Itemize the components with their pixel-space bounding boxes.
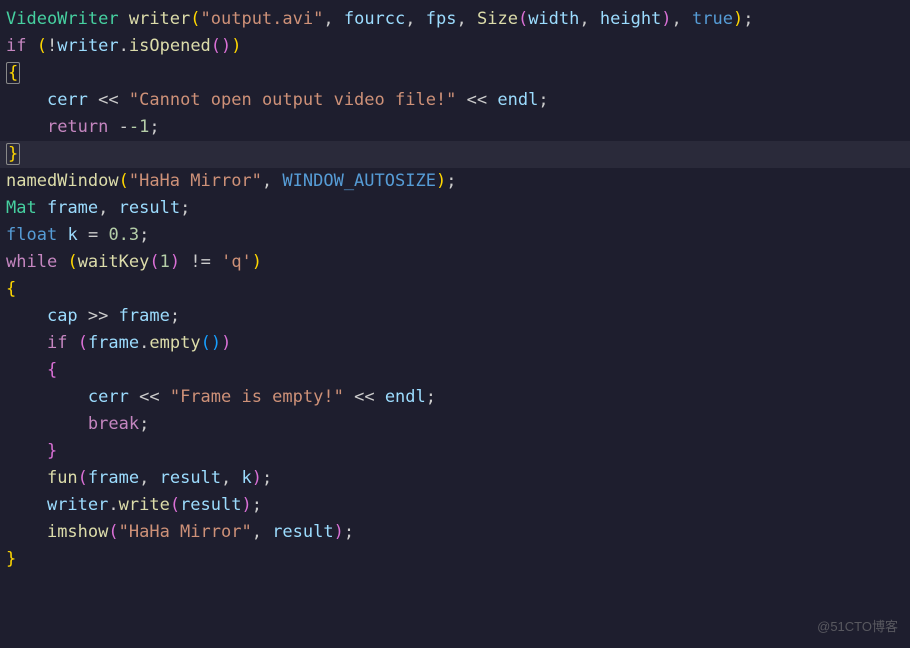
writer-ctor: writer (129, 9, 190, 29)
ident-frame: frame (88, 468, 139, 488)
type-Mat: Mat (6, 198, 37, 218)
brace-close: } (47, 441, 57, 461)
string-literal: "HaHa Mirror" (119, 522, 252, 542)
fn-fun: fun (47, 468, 78, 488)
fn-imshow: imshow (47, 522, 108, 542)
num-literal: 0.3 (108, 225, 139, 245)
brace-close: } (6, 143, 20, 165)
ident-cerr: cerr (47, 90, 88, 110)
code-block: VideoWriter writer("output.avi", fourcc,… (0, 0, 910, 573)
string-literal: "Cannot open output video file!" (129, 90, 457, 110)
ident-fps: fps (426, 9, 457, 29)
watermark: @51CTO博客 (817, 613, 898, 640)
ident-height: height (600, 9, 661, 29)
ident-k: k (242, 468, 252, 488)
kw-if: if (47, 333, 67, 353)
string-literal: "HaHa Mirror" (129, 171, 262, 191)
ident-result: result (119, 198, 180, 218)
ident-k: k (67, 225, 77, 245)
num-literal: 1 (160, 252, 170, 272)
ident-cap: cap (47, 306, 78, 326)
kw-while: while (6, 252, 57, 272)
ident-result: result (180, 495, 241, 515)
ident-result: result (160, 468, 221, 488)
ident-frame: frame (47, 198, 98, 218)
method-isOpened: isOpened (129, 36, 211, 56)
brace-close: } (6, 549, 16, 569)
method-write: write (119, 495, 170, 515)
ident-endl: endl (385, 387, 426, 407)
kw-return: return (47, 117, 108, 137)
kw-if: if (6, 36, 26, 56)
ident-writer: writer (57, 36, 118, 56)
brace-open: { (47, 360, 57, 380)
num-literal: -1 (129, 117, 149, 137)
ident-result: result (272, 522, 333, 542)
brace-open: { (6, 62, 20, 84)
ident-writer: writer (47, 495, 108, 515)
ident-frame: frame (119, 306, 170, 326)
ident-frame: frame (88, 333, 139, 353)
type-float: float (6, 225, 57, 245)
method-empty: empty (149, 333, 200, 353)
kw-break: break (88, 414, 139, 434)
brace-open: { (6, 279, 16, 299)
string-literal: "output.avi" (201, 9, 324, 29)
fn-waitKey: waitKey (78, 252, 150, 272)
char-literal: 'q' (221, 252, 252, 272)
type-VideoWriter: VideoWriter (6, 9, 119, 29)
ident-width: width (528, 9, 579, 29)
ident-cerr: cerr (88, 387, 129, 407)
ident-endl: endl (497, 90, 538, 110)
size-ctor: Size (477, 9, 518, 29)
ident-fourcc: fourcc (344, 9, 405, 29)
const-true: true (692, 9, 733, 29)
string-literal: "Frame is empty!" (170, 387, 344, 407)
const-window-autosize: WINDOW_AUTOSIZE (282, 171, 436, 191)
fn-namedWindow: namedWindow (6, 171, 119, 191)
